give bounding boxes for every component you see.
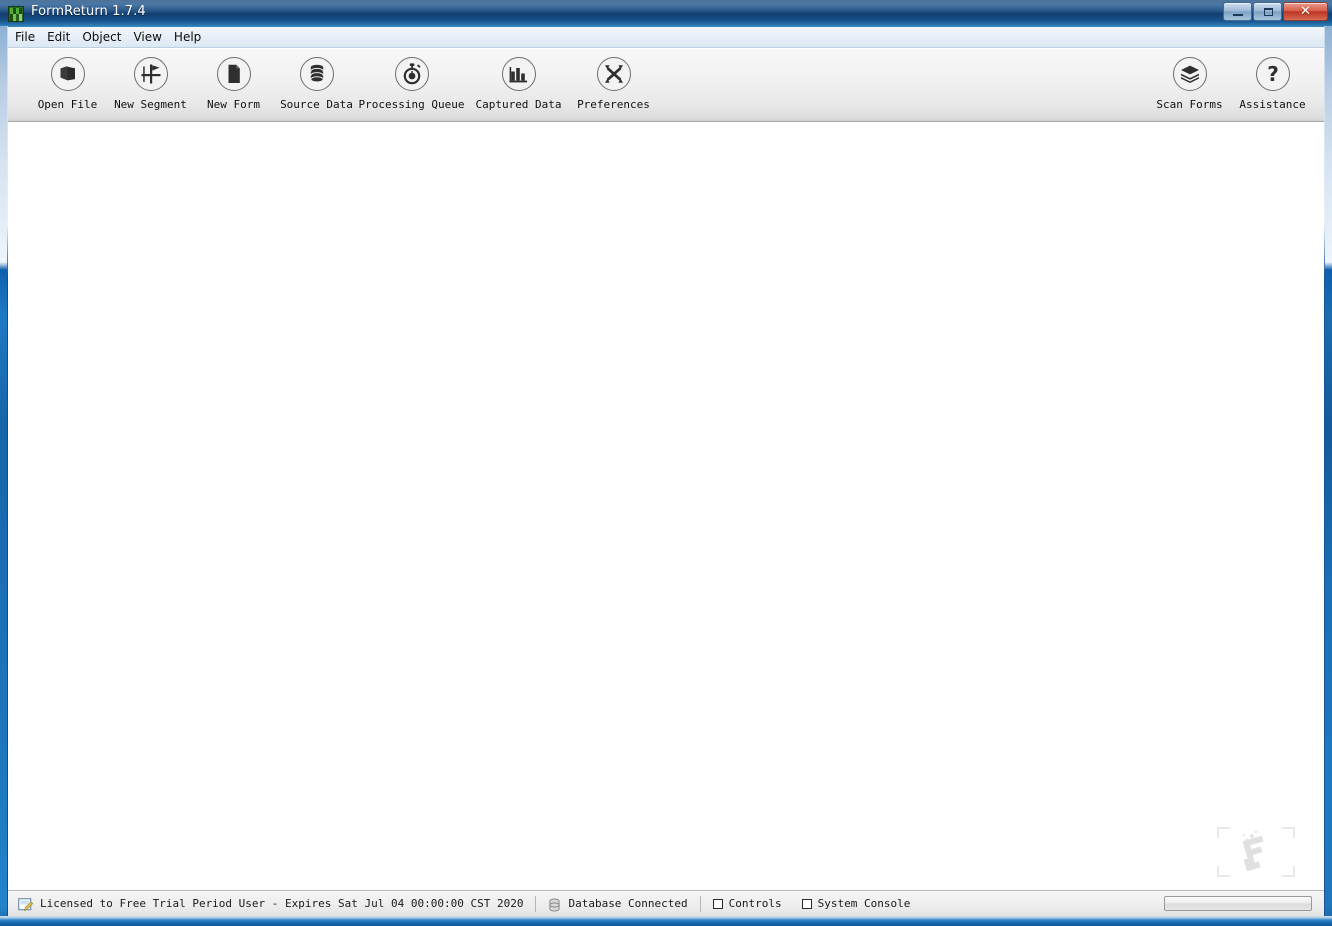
window-border-right-inner (1324, 26, 1325, 926)
toolbar-label-open-file: Open File (37, 98, 98, 111)
toolbar-button-scan-forms[interactable]: Scan Forms (1148, 57, 1231, 111)
status-bar: Licensed to Free Trial Period User - Exp… (8, 890, 1324, 916)
tools-icon (596, 57, 631, 91)
question-mark-icon: ? (1255, 57, 1290, 91)
bar-chart-icon (501, 57, 536, 91)
toolbar-left-group: Open File New Segment New Form Source Da… (26, 57, 655, 111)
status-database-text: Database Connected (568, 897, 688, 910)
toolbar-label-new-segment: New Segment (114, 98, 187, 111)
minimize-icon (1233, 14, 1243, 16)
open-file-icon (50, 57, 85, 91)
status-database-cell: Database Connected (538, 891, 697, 917)
toolbar-button-captured-data[interactable]: Captured Data (465, 57, 572, 111)
status-separator-2 (699, 895, 701, 912)
window-border-right (1324, 26, 1332, 926)
title-bar-sheen (0, 0, 1332, 13)
toolbar-right-group: Scan Forms ? Assistance (1148, 57, 1314, 111)
stacked-layers-glyph (1180, 65, 1199, 83)
menu-item-file[interactable]: File (9, 29, 41, 46)
toolbar-label-preferences: Preferences (577, 98, 650, 111)
window-border-left-inner (7, 26, 8, 926)
main-toolbar: Open File New Segment New Form Source Da… (8, 49, 1324, 122)
toolbar-button-processing-queue[interactable]: Processing Queue (358, 57, 465, 111)
maximize-icon (1264, 8, 1273, 16)
window-border-bottom (0, 916, 1332, 926)
toolbar-label-processing-queue: Processing Queue (358, 98, 465, 111)
menu-bar: File Edit Object View Help (1, 27, 1331, 48)
toolbar-label-source-data: Source Data (280, 98, 353, 111)
menu-item-edit[interactable]: Edit (41, 29, 76, 46)
stacked-layers-icon (1172, 57, 1207, 91)
new-form-icon (216, 57, 251, 91)
main-workspace[interactable] (8, 122, 1324, 890)
minimize-button[interactable] (1223, 2, 1252, 21)
app-icon (8, 6, 24, 22)
stopwatch-glyph (403, 63, 421, 85)
status-toggle-system-console[interactable]: System Console (792, 891, 921, 917)
new-segment-glyph (141, 64, 160, 84)
tools-glyph (604, 65, 623, 83)
controls-label: Controls (728, 897, 782, 910)
window-controls: ✕ (1222, 2, 1328, 24)
toolbar-label-captured-data: Captured Data (475, 98, 562, 111)
toolbar-button-preferences[interactable]: Preferences (572, 57, 655, 111)
database-small-glyph (549, 898, 561, 911)
menu-item-object[interactable]: Object (76, 29, 127, 46)
watermark-glyph (1217, 827, 1295, 877)
status-license-text: Licensed to Free Trial Period User - Exp… (40, 897, 524, 910)
system-console-checkbox[interactable] (801, 898, 812, 909)
database-icon (299, 57, 334, 91)
status-separator-1 (535, 895, 537, 912)
menu-item-view[interactable]: View (127, 29, 167, 46)
toolbar-button-new-segment[interactable]: New Segment (109, 57, 192, 111)
window-title: FormReturn 1.7.4 (31, 4, 146, 19)
database-glyph (309, 64, 324, 83)
formreturn-watermark-logo (1216, 826, 1296, 878)
database-small-icon (548, 897, 561, 911)
toolbar-label-new-form: New Form (207, 98, 260, 111)
svg-text:?: ? (1267, 63, 1279, 85)
close-icon: ✕ (1300, 4, 1311, 19)
status-progress-bar (1164, 896, 1312, 911)
close-button[interactable]: ✕ (1283, 2, 1328, 21)
application-window: FormReturn 1.7.4 ✕ File Edit Object View… (0, 0, 1332, 926)
controls-checkbox[interactable] (712, 898, 723, 909)
toolbar-button-new-form[interactable]: New Form (192, 57, 275, 111)
system-console-label: System Console (817, 897, 911, 910)
new-segment-icon (133, 57, 168, 91)
status-toggle-controls[interactable]: Controls (703, 891, 792, 917)
toolbar-label-assistance: Assistance (1239, 98, 1306, 111)
document-edit-icon (18, 897, 34, 911)
status-license-cell: Licensed to Free Trial Period User - Exp… (8, 891, 533, 917)
toolbar-button-assistance[interactable]: ? Assistance (1231, 57, 1314, 111)
maximize-button[interactable] (1253, 2, 1282, 21)
toolbar-button-source-data[interactable]: Source Data (275, 57, 358, 111)
question-mark-glyph: ? (1267, 63, 1279, 85)
bar-chart-glyph (509, 67, 527, 83)
menu-item-help[interactable]: Help (168, 29, 207, 46)
new-form-glyph (228, 64, 240, 83)
toolbar-button-open-file[interactable]: Open File (26, 57, 109, 111)
toolbar-label-scan-forms: Scan Forms (1156, 98, 1223, 111)
title-bar[interactable]: FormReturn 1.7.4 ✕ (0, 0, 1332, 27)
open-file-glyph (59, 66, 75, 81)
document-edit-glyph (18, 897, 34, 911)
stopwatch-icon (394, 57, 429, 91)
